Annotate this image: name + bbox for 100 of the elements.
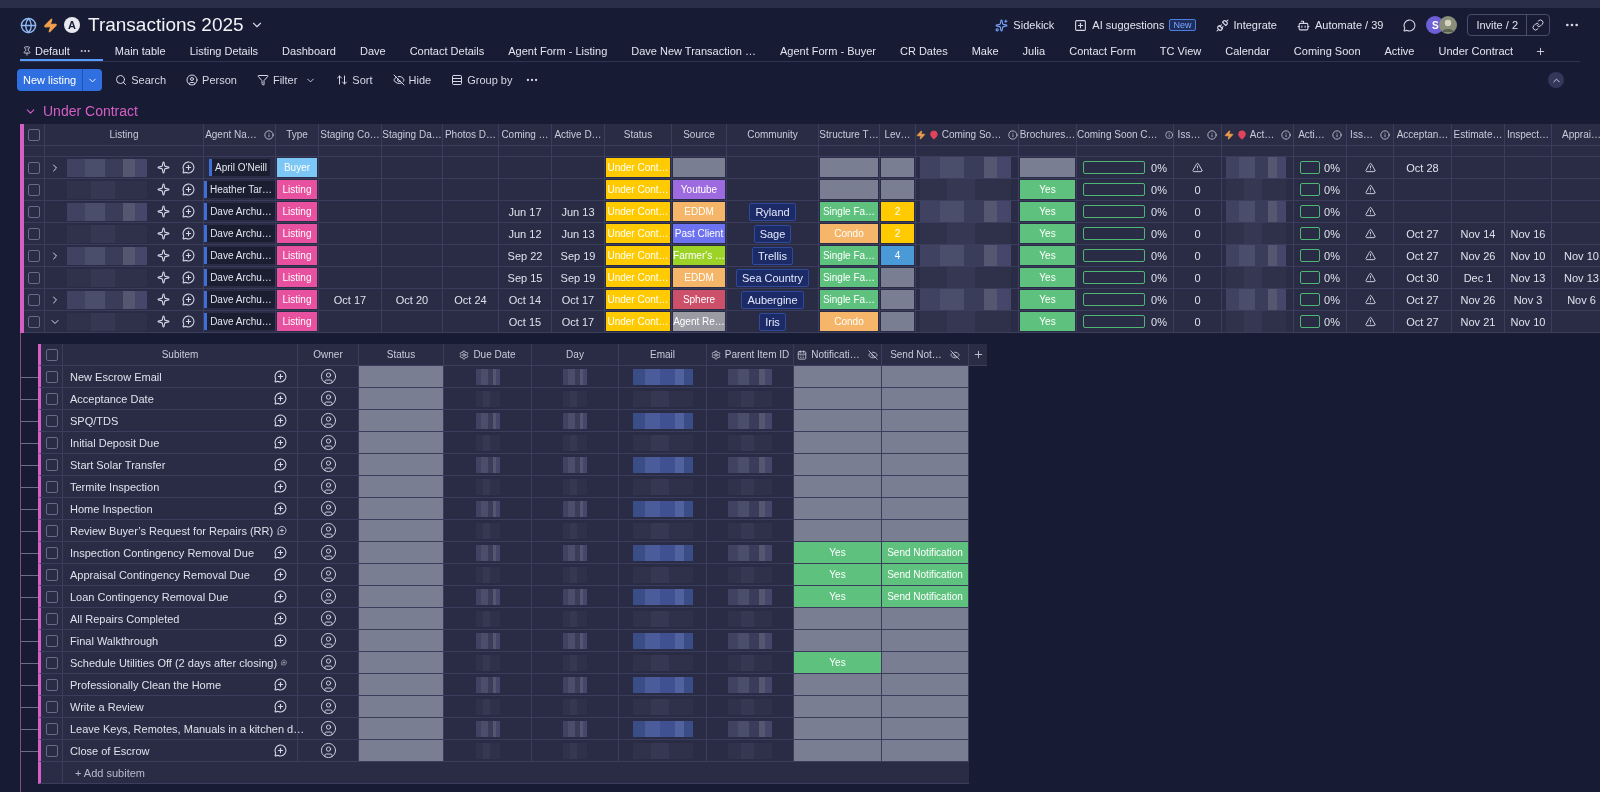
chat-plus-icon[interactable] <box>274 458 287 471</box>
add-view-icon[interactable] <box>1535 46 1547 57</box>
collapse-button[interactable] <box>1548 72 1564 88</box>
view-tab[interactable]: Under Contract <box>1436 42 1526 61</box>
view-tab[interactable]: Calendar <box>1223 42 1282 61</box>
checkbox[interactable] <box>28 183 40 196</box>
checkbox[interactable] <box>45 370 58 383</box>
chat-plus-icon[interactable] <box>182 293 195 306</box>
view-tab[interactable]: Dashboard <box>280 42 348 61</box>
add-column-icon[interactable] <box>972 349 984 360</box>
view-tab[interactable]: Dave <box>357 42 398 61</box>
chat-plus-icon[interactable] <box>274 370 287 383</box>
person-icon[interactable] <box>319 500 337 517</box>
checkbox[interactable] <box>45 744 58 757</box>
chat-plus-icon[interactable] <box>182 161 195 174</box>
person-icon[interactable] <box>319 742 337 759</box>
checkbox[interactable] <box>45 458 58 471</box>
view-tab[interactable]: TC View <box>1157 42 1214 61</box>
person-icon[interactable] <box>319 588 337 605</box>
chat-plus-icon[interactable] <box>274 568 287 581</box>
view-tab[interactable]: Coming Soon <box>1291 42 1373 61</box>
chat-plus-icon[interactable] <box>274 634 287 647</box>
sparkle-icon[interactable] <box>157 227 170 240</box>
chat-plus-icon[interactable] <box>274 502 287 515</box>
add-subitem-button[interactable]: + Add subitem <box>63 762 146 783</box>
person-icon[interactable] <box>319 676 337 693</box>
checkbox[interactable] <box>45 436 58 449</box>
checkbox[interactable] <box>28 128 40 141</box>
chat-plus-icon[interactable] <box>274 392 287 405</box>
checkbox[interactable] <box>45 348 58 361</box>
view-tab[interactable]: Default <box>20 42 103 61</box>
chat-plus-icon[interactable] <box>182 315 195 328</box>
checkbox[interactable] <box>45 480 58 493</box>
person-icon[interactable] <box>319 654 337 671</box>
person-icon[interactable] <box>319 478 337 495</box>
checkbox[interactable] <box>45 502 58 515</box>
person-icon[interactable] <box>319 632 337 649</box>
person-icon[interactable] <box>319 456 337 473</box>
chat-plus-icon[interactable] <box>274 546 287 559</box>
view-tab[interactable]: Listing Details <box>187 42 271 61</box>
chat-plus-icon[interactable] <box>274 414 287 427</box>
integrate-button[interactable]: Integrate <box>1205 18 1287 32</box>
checkbox[interactable] <box>28 161 40 174</box>
chat-plus-icon[interactable] <box>182 271 195 284</box>
sparkle-icon[interactable] <box>157 205 170 218</box>
search-button[interactable]: Search <box>108 74 174 86</box>
checkbox[interactable] <box>28 293 40 306</box>
person-button[interactable]: Person <box>179 74 244 86</box>
person-icon[interactable] <box>319 434 337 451</box>
chat-plus-icon[interactable] <box>277 524 287 537</box>
chat-plus-icon[interactable] <box>182 227 195 240</box>
checkbox[interactable] <box>45 634 58 647</box>
view-tab[interactable]: Dave New Transaction … <box>629 42 768 61</box>
checkbox[interactable] <box>28 271 40 284</box>
checkbox[interactable] <box>45 568 58 581</box>
checkbox[interactable] <box>45 612 58 625</box>
checkbox[interactable] <box>28 205 40 218</box>
person-icon[interactable] <box>319 544 337 561</box>
person-icon[interactable] <box>319 698 337 715</box>
group-button[interactable]: Group by <box>444 74 520 86</box>
checkbox[interactable] <box>28 227 40 240</box>
view-tab[interactable]: Julia <box>1020 42 1058 61</box>
hide-button[interactable]: Hide <box>385 74 439 86</box>
view-tab[interactable]: Agent Form - Buyer <box>778 42 888 61</box>
sort-button[interactable]: Sort <box>329 74 380 86</box>
person-icon[interactable] <box>319 610 337 627</box>
person-icon[interactable] <box>319 390 337 407</box>
view-tab[interactable]: Contact Details <box>407 42 497 61</box>
automate-button[interactable]: Automate / 39 <box>1286 18 1394 32</box>
view-tab[interactable]: Contact Form <box>1067 42 1148 61</box>
view-tab[interactable]: Agent Form - Listing <box>506 42 620 61</box>
view-tab[interactable]: Active <box>1382 42 1427 61</box>
person-icon[interactable] <box>319 412 337 429</box>
checkbox[interactable] <box>45 392 58 405</box>
checkbox[interactable] <box>45 546 58 559</box>
chat-plus-icon[interactable] <box>182 205 195 218</box>
sparkle-icon[interactable] <box>157 271 170 284</box>
new-listing-button[interactable]: New listing <box>17 69 103 91</box>
sparkle-icon[interactable] <box>157 249 170 262</box>
ai-button[interactable]: AI suggestions New <box>1064 18 1206 32</box>
checkbox[interactable] <box>45 722 58 735</box>
chat-icon[interactable] <box>1403 18 1417 32</box>
checkbox[interactable] <box>45 414 58 427</box>
chat-plus-icon[interactable] <box>274 612 287 625</box>
checkbox[interactable] <box>28 315 40 328</box>
person-icon[interactable] <box>319 522 337 539</box>
view-tab[interactable]: Make <box>969 42 1011 61</box>
sparkle-icon[interactable] <box>157 315 170 328</box>
chat-plus-icon[interactable] <box>274 480 287 493</box>
view-tab[interactable]: CR Dates <box>897 42 960 61</box>
chat-plus-icon[interactable] <box>182 249 195 262</box>
sidekick-button[interactable]: Sidekick <box>985 18 1065 32</box>
sparkle-icon[interactable] <box>157 183 170 196</box>
checkbox[interactable] <box>28 249 40 262</box>
filter-button[interactable]: Filter <box>249 74 324 86</box>
sparkle-icon[interactable] <box>157 161 170 174</box>
chat-plus-icon[interactable] <box>182 183 195 196</box>
checkbox[interactable] <box>45 700 58 713</box>
chat-plus-icon[interactable] <box>274 744 287 757</box>
chat-plus-icon[interactable] <box>274 700 287 713</box>
